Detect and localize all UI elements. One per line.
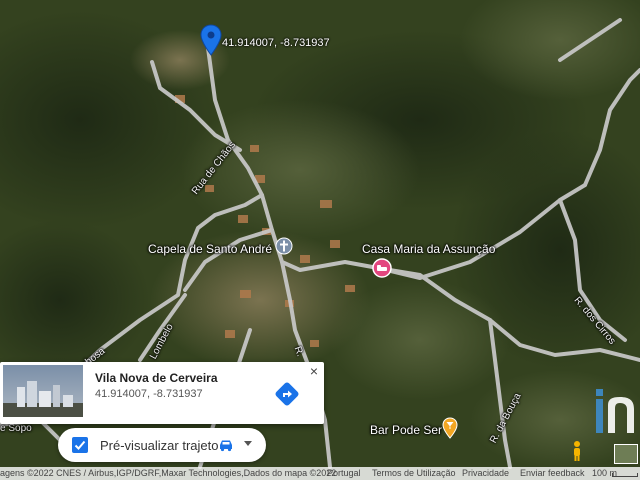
pegman-icon[interactable] <box>570 440 584 462</box>
pin-coordinates-label: 41.914007, -8.731937 <box>222 37 330 49</box>
hotel-marker-icon[interactable] <box>372 258 392 278</box>
terms-link[interactable]: Termos de Utilização <box>372 468 456 478</box>
directions-icon[interactable] <box>274 381 300 407</box>
checkmark-icon <box>74 440 86 450</box>
location-pin-icon[interactable] <box>200 24 222 56</box>
scale-bar <box>612 473 638 477</box>
church-icon[interactable] <box>275 237 293 255</box>
preview-route-checkbox[interactable] <box>72 437 88 453</box>
attribution-text: agens ©2022 CNES / Airbus,IGP/DGRF,Maxar… <box>0 468 337 478</box>
feedback-link[interactable]: Enviar feedback <box>520 468 585 478</box>
bar-label[interactable]: Bar Pode Ser <box>370 423 442 437</box>
place-thumbnail[interactable] <box>3 365 83 417</box>
chevron-down-icon[interactable] <box>244 441 252 446</box>
street-view-thumbnail-image <box>3 381 83 417</box>
church-label[interactable]: Capela de Santo André <box>148 242 272 256</box>
guesthouse-label[interactable]: Casa Maria da Assunção <box>362 242 495 256</box>
road-label-sopo: e Sopo <box>0 423 32 434</box>
privacy-link[interactable]: Privacidade <box>462 468 509 478</box>
car-icon[interactable] <box>218 438 234 452</box>
country-link[interactable]: Portugal <box>327 468 361 478</box>
bar-marker-icon[interactable] <box>442 417 458 439</box>
map-footer: agens ©2022 CNES / Airbus,IGP/DGRF,Maxar… <box>0 467 640 480</box>
map-layer-toggle[interactable] <box>614 444 638 464</box>
place-info-card[interactable]: Vila Nova de Cerveira 41.914007, -8.7319… <box>0 362 324 424</box>
close-icon[interactable]: × <box>307 364 321 378</box>
preview-route-label[interactable]: Pré-visualizar trajeto <box>100 438 219 453</box>
watermark-logo-icon <box>596 389 634 433</box>
place-title: Vila Nova de Cerveira <box>95 371 218 385</box>
place-coordinates: 41.914007, -8.731937 <box>95 388 203 400</box>
preview-route-bar[interactable]: Pré-visualizar trajeto <box>58 428 266 462</box>
